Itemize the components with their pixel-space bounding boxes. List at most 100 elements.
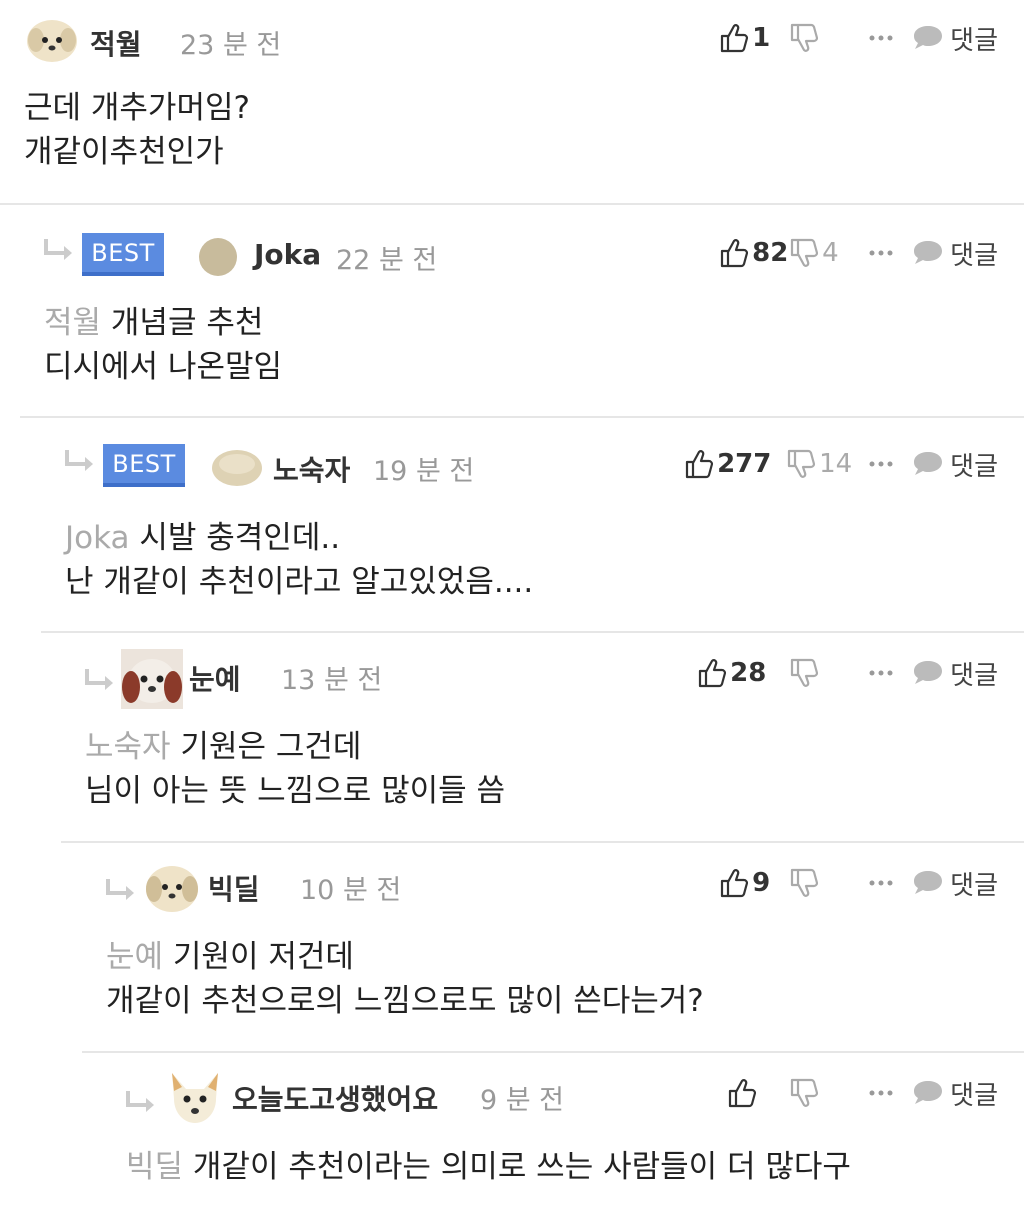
more-button[interactable] (852, 879, 910, 887)
speech-bubble-icon (912, 450, 944, 478)
comment-actions: 28 댓글 (698, 653, 998, 693)
comment-actions: 277 14 댓글 (685, 444, 998, 484)
author-nickname[interactable]: 빅딜 (208, 868, 260, 908)
mention[interactable]: Joka (65, 520, 130, 556)
dislike-button[interactable] (790, 658, 852, 688)
reply-label: 댓글 (950, 240, 998, 271)
comment-line: 근데 개추가머임? (24, 90, 250, 126)
like-button[interactable]: 1 (720, 23, 790, 53)
reply-button[interactable]: 댓글 (912, 655, 998, 692)
thumbs-down-icon (790, 868, 819, 898)
comment-body: 눈예 기원이 저건데 개같이 추천으로의 느낌으로도 많이 쓴다는거? (106, 935, 704, 1023)
avatar[interactable] (211, 444, 263, 490)
more-dots-icon (869, 34, 893, 42)
more-dots-icon (869, 669, 893, 677)
like-count: 9 (752, 868, 771, 898)
like-button[interactable]: 82 (720, 238, 790, 268)
comment-line: 시발 충격인데.. (139, 520, 341, 556)
reply-button[interactable]: 댓글 (912, 865, 998, 902)
dislike-button[interactable] (790, 23, 852, 53)
thumbs-down-icon (790, 238, 819, 268)
more-button[interactable] (852, 669, 910, 677)
comment-line: 디시에서 나온말임 (44, 349, 283, 385)
dislike-button[interactable]: 14 (787, 449, 852, 479)
dislike-button[interactable]: 4 (790, 238, 852, 268)
avatar[interactable] (194, 233, 246, 279)
comment-thread: 적월 23 분 전 1 댓글 근데 개추가머임? 개같이추천인가 BEST Jo… (0, 0, 1024, 1210)
comment-header: 눈예 13 분 전 28 댓글 (61, 649, 1024, 709)
thumbs-down-icon (787, 449, 816, 479)
comment-actions: 1 댓글 (720, 18, 998, 58)
dislike-count: 4 (822, 238, 839, 268)
like-button[interactable]: 277 (685, 449, 787, 479)
dislike-button[interactable] (790, 1078, 852, 1108)
thumbs-down-icon (790, 23, 819, 53)
reply-label: 댓글 (950, 25, 998, 56)
author-nickname[interactable]: 눈예 (189, 658, 241, 698)
comment-time: 13 분 전 (281, 665, 383, 696)
thumbs-down-icon (790, 658, 819, 688)
like-count: 82 (752, 238, 789, 268)
comment-body: Joka 시발 충격인데.. 난 개같이 추천이라고 알고있었음.... (65, 516, 533, 604)
thumbs-up-icon (720, 23, 749, 53)
comment-actions: 댓글 (728, 1073, 998, 1113)
comment-actions: 82 4 댓글 (720, 233, 998, 273)
more-button[interactable] (852, 460, 910, 468)
reply-arrow-icon (63, 444, 97, 478)
author-nickname[interactable]: Joka (254, 238, 321, 271)
avatar[interactable] (121, 649, 183, 709)
reply-arrow-icon (104, 873, 138, 907)
thumbs-up-icon (720, 868, 749, 898)
more-button[interactable] (852, 249, 910, 257)
comment-header: 빅딜 10 분 전 9 댓글 (82, 863, 1024, 912)
reply-button[interactable]: 댓글 (912, 1075, 998, 1112)
like-button[interactable] (728, 1078, 790, 1108)
comment-line: 개같이추천인가 (24, 134, 224, 170)
comment-body: 노숙자 기원은 그건데 님이 아는 뜻 느낌으로 많이들 씀 (85, 725, 505, 813)
author-nickname[interactable]: 노숙자 (273, 449, 350, 489)
like-button[interactable]: 9 (720, 868, 790, 898)
comment-header: 적월 23 분 전 1 댓글 (0, 18, 1024, 64)
author-nickname[interactable]: 오늘도고생했어요 (232, 1078, 438, 1118)
mention[interactable]: 적월 (44, 305, 101, 341)
reply-label: 댓글 (950, 660, 998, 691)
avatar[interactable] (144, 863, 200, 915)
reply-arrow-icon (124, 1085, 158, 1119)
comment-line: 님이 아는 뜻 느낌으로 많이들 씀 (85, 773, 506, 809)
comment-reply: BEST Joka 22 분 전 82 4 댓글 적월 개념글 추천 디시에서 … (20, 205, 1024, 418)
reply-label: 댓글 (950, 1080, 998, 1111)
mention[interactable]: 눈예 (106, 939, 163, 975)
more-dots-icon (869, 249, 893, 257)
dislike-button[interactable] (790, 868, 852, 898)
avatar[interactable] (166, 1069, 224, 1127)
comment-header: BEST Joka 22 분 전 82 4 댓글 (20, 233, 1024, 279)
reply-label: 댓글 (950, 870, 998, 901)
more-button[interactable] (852, 34, 910, 42)
comment-time: 22 분 전 (336, 245, 438, 276)
like-button[interactable]: 28 (698, 658, 790, 688)
mention[interactable]: 노숙자 (85, 729, 171, 765)
comment-line: 개같이 추천이라는 의미로 쓰는 사람들이 더 많다구 (192, 1149, 851, 1185)
comment-actions: 9 댓글 (720, 863, 998, 903)
speech-bubble-icon (912, 239, 944, 267)
comment-line: 개념글 추천 (110, 305, 264, 341)
comment-body: 적월 개념글 추천 디시에서 나온말임 (44, 301, 282, 389)
comment-time: 9 분 전 (480, 1085, 565, 1116)
like-count: 277 (717, 449, 772, 479)
mention[interactable]: 빅딜 (126, 1149, 183, 1185)
reply-button[interactable]: 댓글 (912, 446, 998, 483)
comment: 적월 23 분 전 1 댓글 근데 개추가머임? 개같이추천인가 (0, 0, 1024, 205)
speech-bubble-icon (912, 659, 944, 687)
avatar[interactable] (26, 18, 78, 64)
reply-arrow-icon (83, 663, 117, 697)
comment-time: 23 분 전 (180, 30, 282, 61)
comment-reply: 오늘도고생했어요 9 분 전 댓글 빅딜 개같이 추천이라는 의미로 쓰는 사람… (102, 1053, 1024, 1210)
speech-bubble-icon (912, 1079, 944, 1107)
comment-reply: BEST 노숙자 19 분 전 277 14 댓글 Joka 시발 충격인데..… (41, 418, 1024, 633)
more-button[interactable] (852, 1089, 910, 1097)
author-nickname[interactable]: 적월 (90, 23, 142, 63)
comment-time: 19 분 전 (373, 456, 475, 487)
reply-button[interactable]: 댓글 (912, 20, 998, 57)
thumbs-up-icon (685, 449, 714, 479)
reply-button[interactable]: 댓글 (912, 235, 998, 272)
